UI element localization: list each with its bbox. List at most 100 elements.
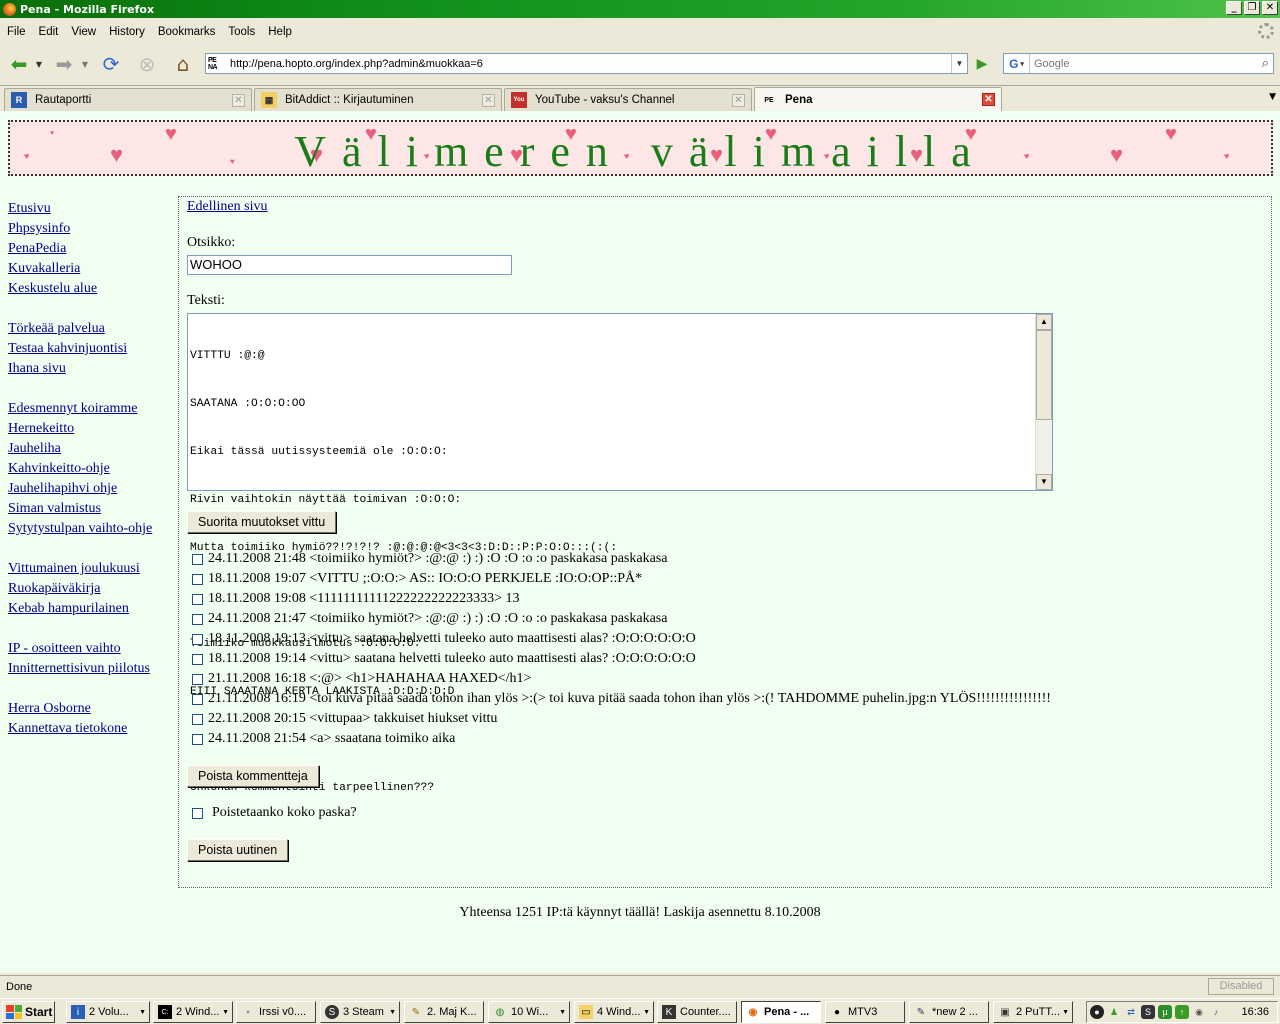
title-input[interactable]: WOHOO: [187, 255, 512, 275]
previous-page-link[interactable]: Edellinen sivu: [187, 199, 268, 215]
delete-all-checkbox[interactable]: [192, 807, 203, 819]
tab-close-icon[interactable]: ✕: [732, 94, 745, 107]
google-engine-icon[interactable]: G ▾: [1004, 54, 1030, 73]
scroll-down-icon[interactable]: ▼: [1036, 474, 1052, 490]
tray-utorrent-icon[interactable]: µ: [1158, 1005, 1172, 1019]
url-text[interactable]: http://pena.hopto.org/index.php?admin&mu…: [230, 58, 483, 70]
close-button[interactable]: ✕: [1262, 1, 1278, 15]
tray-network-icon[interactable]: ⇄: [1124, 1005, 1138, 1019]
taskbar-item-steam[interactable]: S3 Steam ▼: [320, 1001, 400, 1023]
comment-checkbox[interactable]: [192, 613, 203, 625]
sidebar-link-etusivu[interactable]: Etusivu: [8, 199, 173, 219]
sidebar-link-testaa[interactable]: Testaa kahvinjuontisi: [8, 339, 173, 359]
menu-file[interactable]: File: [0, 26, 32, 38]
tray-settings-icon[interactable]: ◉: [1192, 1005, 1206, 1019]
menu-tools[interactable]: Tools: [221, 26, 261, 38]
taskbar-item-counter-strike[interactable]: K Counter....: [657, 1001, 737, 1023]
url-bar[interactable]: PE NA http://pena.hopto.org/index.php?ad…: [205, 53, 968, 74]
taskbar-item-firefox[interactable]: ◉ Pena - ...: [741, 1001, 821, 1023]
taskbar-item-notepad[interactable]: ✎ *new 2 ...: [909, 1001, 989, 1023]
forward-icon[interactable]: ➡: [51, 51, 77, 77]
tab-pena[interactable]: PE Pena ✕: [754, 87, 1002, 112]
sidebar-link-koiramme[interactable]: Edesmennyt koiramme: [8, 399, 173, 419]
sidebar-link-sima[interactable]: Siman valmistus: [8, 499, 173, 519]
tab-youtube[interactable]: You YouTube - vaksu's Channel ✕: [504, 88, 752, 111]
sidebar-link-phpsysinfo[interactable]: Phpsysinfo: [8, 219, 173, 239]
tab-close-icon[interactable]: ✕: [482, 94, 495, 107]
status-disabled-badge[interactable]: Disabled: [1208, 978, 1274, 995]
taskbar-item-irssi[interactable]: ◦ Irssi v0....: [236, 1001, 316, 1023]
tab-close-icon[interactable]: ✕: [982, 93, 995, 106]
menu-help[interactable]: Help: [261, 26, 298, 38]
comment-checkbox[interactable]: [192, 673, 203, 685]
comment-checkbox[interactable]: [192, 553, 203, 565]
sidebar-link-jauheliha[interactable]: Jauheliha: [8, 439, 173, 459]
sidebar-link-ip-vaihto[interactable]: IP - osoitteen vaihto: [8, 639, 173, 659]
comment-checkbox[interactable]: [192, 593, 203, 605]
start-button[interactable]: Start: [2, 1001, 55, 1023]
comment-checkbox[interactable]: [192, 573, 203, 585]
tray-clock[interactable]: 16:36: [1241, 1006, 1269, 1018]
tab-bitaddict[interactable]: ▦ BitAddict :: Kirjautuminen ✕: [254, 88, 502, 111]
stop-icon[interactable]: ⊗: [134, 51, 160, 77]
menu-view[interactable]: View: [64, 26, 102, 38]
sidebar-link-penapedia[interactable]: PenaPedia: [8, 239, 173, 259]
tray-update-icon[interactable]: ↑: [1175, 1005, 1189, 1019]
back-history-dropdown-icon[interactable]: ▼: [34, 51, 44, 77]
home-icon[interactable]: ⌂: [170, 51, 196, 77]
menu-edit[interactable]: Edit: [32, 26, 65, 38]
taskbar-item-volumes[interactable]: i2 Volu... ▼: [66, 1001, 150, 1023]
sidebar-link-sytytystulppa[interactable]: Sytytystulpan vaihto-ohje: [8, 519, 173, 559]
menu-bookmarks[interactable]: Bookmarks: [151, 26, 222, 38]
tab-close-icon[interactable]: ✕: [232, 94, 245, 107]
back-icon[interactable]: ⬅: [6, 51, 32, 77]
sidebar-link-kahvinkeitto[interactable]: Kahvinkeitto-ohje: [8, 459, 173, 479]
reload-icon[interactable]: ⟳: [98, 51, 124, 77]
comment-checkbox[interactable]: [192, 733, 203, 745]
comment-checkbox[interactable]: [192, 633, 203, 645]
search-icon[interactable]: ⌕: [1262, 55, 1269, 71]
sidebar-link-torkeaa[interactable]: Törkeää palvelua: [8, 319, 173, 339]
sidebar-link-kuvakalleria[interactable]: Kuvakalleria: [8, 259, 173, 279]
tray-volume-icon[interactable]: ♪: [1209, 1005, 1223, 1019]
tray-app-icon[interactable]: ●: [1090, 1005, 1104, 1019]
search-placeholder[interactable]: Google: [1034, 58, 1069, 70]
taskbar-item-winamp[interactable]: ◍ 10 Wi... ▼: [488, 1001, 570, 1023]
taskbar-item-cmd[interactable]: C: 2 Wind... ▼: [153, 1001, 233, 1023]
delete-comments-button[interactable]: Poista kommentteja: [187, 765, 319, 787]
comment-checkbox[interactable]: [192, 713, 203, 725]
sidebar-link-hernekeitto[interactable]: Hernekeitto: [8, 419, 173, 439]
scroll-thumb[interactable]: [1036, 330, 1052, 420]
taskbar-item-notes[interactable]: ✎ 2. Maj K...: [404, 1001, 484, 1023]
text-area[interactable]: VITTTU :@:@ SAATANA :O:O:O:OO Eikai täss…: [187, 313, 1053, 794]
sidebar-link-ruokapaivakirja[interactable]: Ruokapäiväkirja: [8, 579, 173, 599]
go-icon[interactable]: ▶: [973, 55, 991, 73]
taskbar-item-explorer[interactable]: ▭ 4 Wind... ▼: [574, 1001, 654, 1023]
sidebar-link-osborne[interactable]: Herra Osborne: [8, 699, 173, 719]
sidebar-link-ihana[interactable]: Ihana sivu: [8, 359, 173, 379]
maximize-button[interactable]: ❐: [1244, 1, 1260, 15]
menu-history[interactable]: History: [102, 26, 151, 38]
tab-rautaportti[interactable]: R Rautaportti ✕: [4, 88, 252, 111]
text-area-scrollbar[interactable]: ▲ ▼: [1035, 314, 1052, 490]
save-changes-button[interactable]: Suorita muutokset vittu: [187, 511, 337, 533]
sidebar-link-tietokone[interactable]: Kannettava tietokone: [8, 719, 173, 739]
comment-checkbox[interactable]: [192, 653, 203, 665]
tray-messenger-icon[interactable]: ♟: [1107, 1005, 1121, 1019]
tab-list-icon[interactable]: ▼: [1269, 92, 1276, 102]
search-bar[interactable]: G ▾ Google ⌕: [1003, 53, 1274, 74]
taskbar-item-mtv3[interactable]: ● MTV3: [825, 1001, 905, 1023]
comment-checkbox[interactable]: [192, 693, 203, 705]
sidebar-link-keskustelu[interactable]: Keskustelu alue: [8, 279, 173, 299]
delete-news-button[interactable]: Poista uutinen: [187, 839, 289, 861]
minimize-button[interactable]: _: [1226, 1, 1242, 15]
taskbar-item-putty[interactable]: ▣ 2 PuTT... ▼: [993, 1001, 1073, 1023]
scroll-up-icon[interactable]: ▲: [1036, 314, 1052, 330]
url-dropdown-icon[interactable]: ▼: [951, 54, 967, 73]
sidebar-link-piilotus[interactable]: Innitternettisivun piilotus: [8, 659, 173, 679]
tray-steam-icon[interactable]: S: [1141, 1005, 1155, 1019]
sidebar-link-kebab[interactable]: Kebab hampurilainen: [8, 599, 173, 619]
sidebar-link-joulukuusi[interactable]: Vittumainen joulukuusi: [8, 559, 173, 579]
sidebar-link-jauhelihapihvi[interactable]: Jauhelihapihvi ohje: [8, 479, 173, 499]
forward-history-dropdown-icon[interactable]: ▼: [80, 51, 90, 77]
